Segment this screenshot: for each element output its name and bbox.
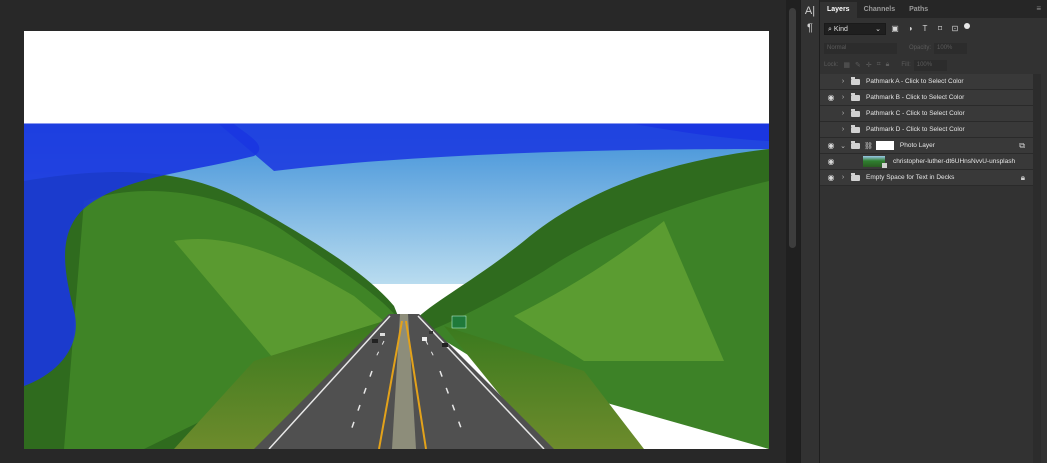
blend-mode-select[interactable]: Normal [824,42,897,54]
search-icon: ⌕ [828,26,832,33]
smart-object-filter-icon[interactable]: ⊡ [949,23,961,35]
lock-position-icon[interactable]: ✛ [866,61,872,69]
layer-row[interactable]: ◉ › Pathmark C - Click to Select Color [820,106,1033,122]
character-panel-icon[interactable]: A| [803,5,817,17]
lock-image-pixels-icon[interactable]: ✎ [855,61,861,69]
lock-label: Lock: [824,62,839,68]
visibility-eye-icon[interactable]: ◉ [825,109,837,118]
visibility-eye-icon[interactable]: ◉ [825,93,837,102]
panel-menu-icon[interactable]: ≡ [1036,4,1041,13]
panel-tab-bar: Layers Channels Paths [820,0,1047,18]
visibility-eye-icon[interactable]: ◉ [825,125,837,134]
lock-artboard-icon[interactable]: ⌗ [877,61,881,69]
folder-icon [851,92,860,101]
chevron-right-icon[interactable]: › [839,110,847,117]
layer-row[interactable]: ◉ › Empty Space for Text in Decks 🔒︎ [820,170,1033,186]
smart-object-icon [882,162,887,168]
lock-all-icon[interactable]: 🔒︎ [886,61,890,69]
pixel-layer-filter-icon[interactable]: ▣ [889,23,901,35]
visibility-eye-icon[interactable]: ◉ [825,77,837,86]
scrollbar-thumb[interactable] [789,8,796,248]
chevron-down-icon: ⌄ [875,26,881,33]
blend-row: Normal Opacity: 100% [824,42,1043,54]
layer-name: Pathmark C - Click to Select Color [866,110,965,117]
layers-panel: Layers Channels Paths ≡ ⌕ Kind ⌄ ▣ ◑ T ⌑… [820,0,1047,463]
folder-icon [851,124,860,133]
link-icon[interactable]: ⛓ [864,142,873,150]
layer-name: Empty Space for Text in Decks [866,174,955,181]
layer-name: christopher-luther-dt6UHnsNvvU-unsplash [893,158,1016,165]
chevron-right-icon[interactable]: › [839,126,847,133]
shape-layer-filter-icon[interactable]: ⌑ [934,23,946,35]
tab-layers[interactable]: Layers [820,2,857,18]
layer-name: Photo Layer [899,142,935,149]
filter-kind-select[interactable]: ⌕ Kind ⌄ [824,23,886,35]
layer-row[interactable]: ◉ ⌄ ⛓ Photo Layer ⧉ [820,138,1033,154]
layer-filter-row: ⌕ Kind ⌄ ▣ ◑ T ⌑ ⊡ [824,22,1043,36]
smart-filter-icon: ⧉ [1019,140,1025,150]
folder-icon [851,108,860,117]
fill-label: Fill: [901,62,911,68]
layer-list: ◉ › Pathmark A - Click to Select Color ◉… [820,74,1033,186]
layer-row[interactable]: ◉ › Pathmark B - Click to Select Color [820,90,1033,106]
type-layer-filter-icon[interactable]: T [919,23,931,35]
lock-row: Lock: ▦ ✎ ✛ ⌗ 🔒︎ Fill: 100% [824,59,1043,71]
layer-row[interactable]: ◉ › Pathmark A - Click to Select Color [820,74,1033,90]
filter-kind-label: Kind [833,26,848,33]
canvas-area[interactable] [0,0,786,463]
tab-paths[interactable]: Paths [902,2,935,18]
visibility-eye-icon[interactable]: ◉ [825,173,837,182]
opacity-label: Opacity: [909,45,932,51]
layer-row[interactable]: ◉ › Pathmark D - Click to Select Color [820,122,1033,138]
paragraph-panel-icon[interactable]: ¶ [803,22,817,34]
canvas-vertical-scrollbar[interactable] [786,0,800,463]
folder-icon [851,140,860,149]
adjustment-layer-filter-icon[interactable]: ◑ [904,23,916,35]
chevron-right-icon[interactable]: › [839,94,847,101]
layer-name: Pathmark D - Click to Select Color [866,126,965,133]
lock-icon: 🔒︎ [1020,172,1025,182]
filter-toggle-switch[interactable] [964,23,970,29]
tab-channels[interactable]: Channels [857,2,903,18]
chevron-right-icon[interactable]: › [839,78,847,85]
opacity-field[interactable]: 100% [934,42,968,54]
layer-row[interactable]: ◉ christopher-luther-dt6UHnsNvvU-unsplas… [820,154,1033,170]
folder-icon [851,172,860,181]
layer-name: Pathmark A - Click to Select Color [866,78,964,85]
document-canvas[interactable] [24,31,769,449]
fill-field[interactable]: 100% [913,59,947,71]
layer-mask-thumbnail[interactable] [875,141,894,150]
panel-dock-strip: A| ¶ [800,0,820,463]
visibility-eye-icon[interactable]: ◉ [825,157,837,166]
chevron-right-icon[interactable]: › [839,174,847,181]
visibility-eye-icon[interactable]: ◉ [825,141,837,150]
layers-panel-scrollbar[interactable] [1033,74,1041,463]
folder-icon [851,76,860,85]
layer-name: Pathmark B - Click to Select Color [866,94,965,101]
photo-composition [24,31,769,449]
chevron-down-icon[interactable]: ⌄ [839,142,847,150]
lock-transparent-pixels-icon[interactable]: ▦ [843,61,850,69]
